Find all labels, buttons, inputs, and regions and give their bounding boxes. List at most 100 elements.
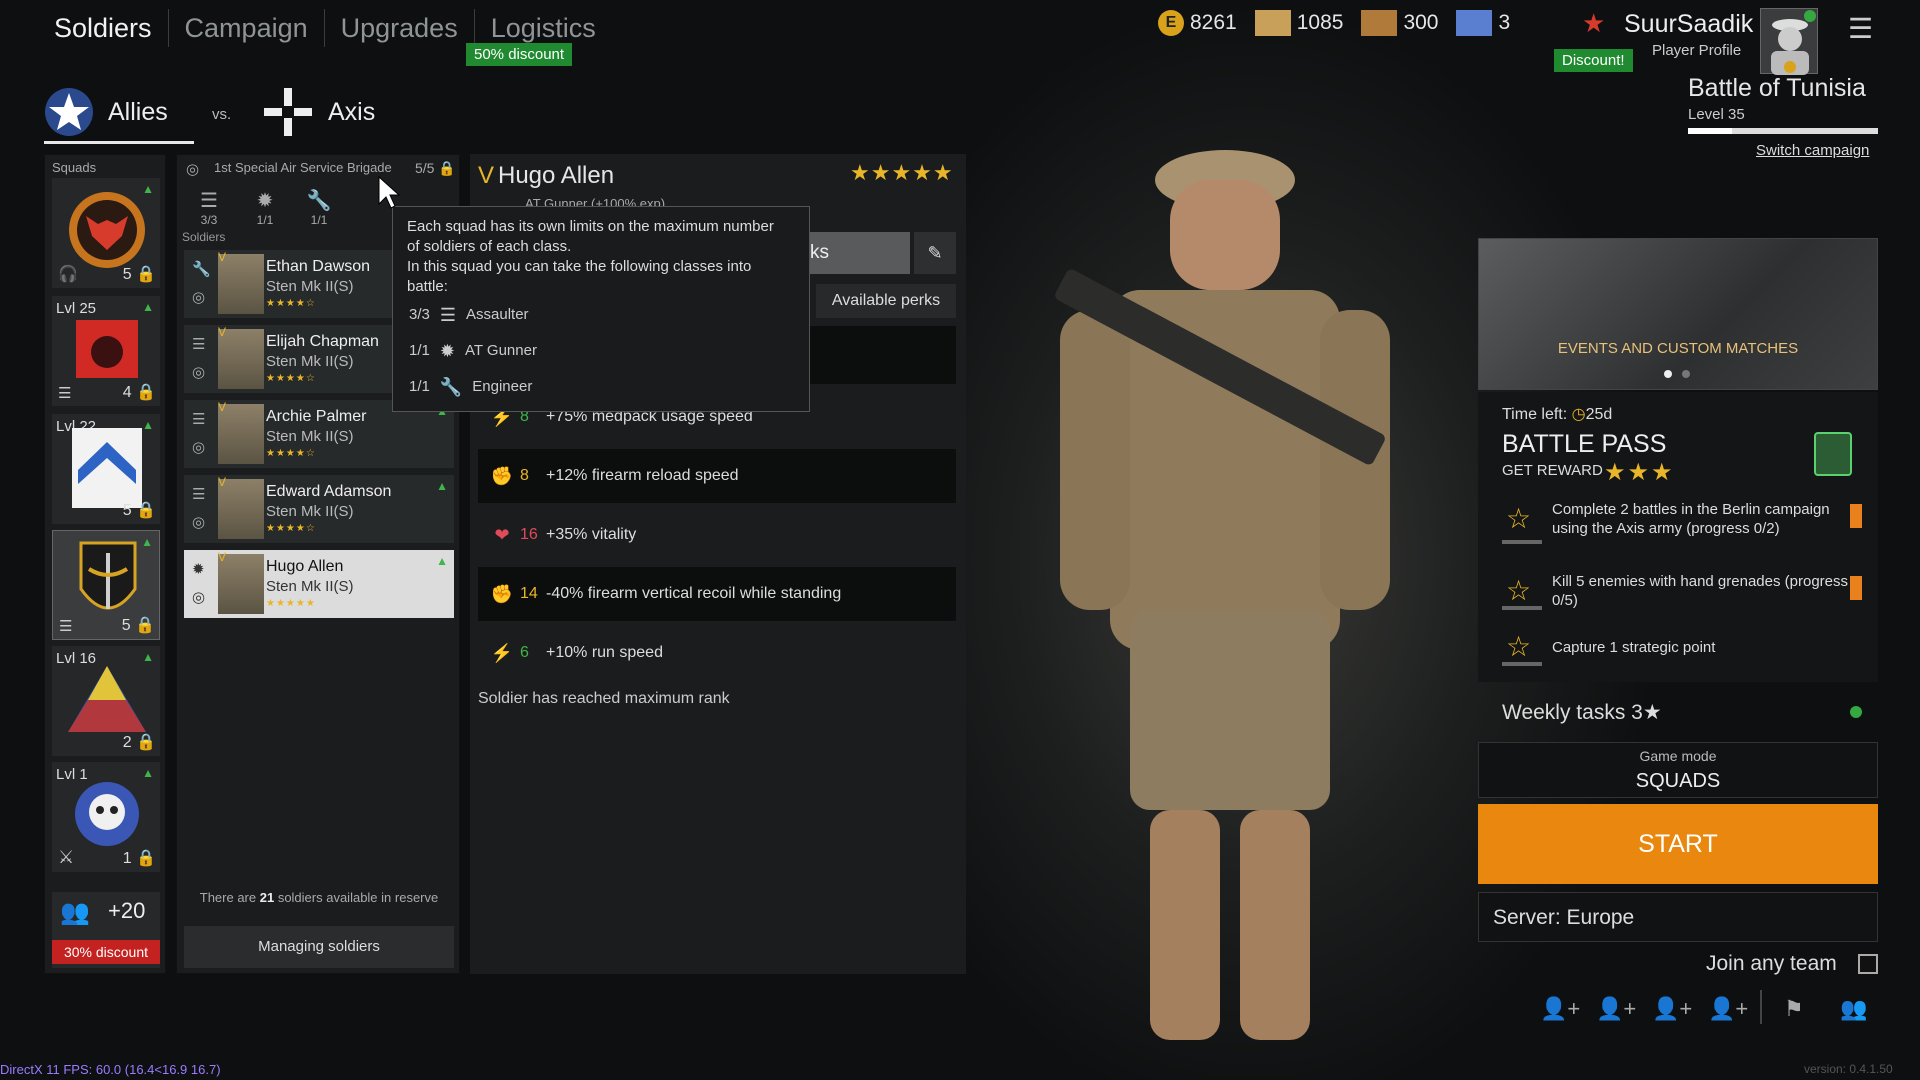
profile-discount-badge: Discount! [1554,49,1633,72]
carousel-dot[interactable] [1682,370,1690,378]
tab-upgrades[interactable]: Upgrades [325,9,475,47]
class-name: Assaulter [466,306,529,323]
perk-row[interactable]: ⚡ 6 +10% run speed [478,626,956,680]
perk-row[interactable]: ✊ 14 -40% firearm vertical recoil while st… [478,567,956,621]
soldier-weapon: Sten Mk II(S) [266,428,354,445]
group-icon[interactable]: 👥 [1840,996,1867,1022]
squad-card-armored[interactable]: Lvl 16 ▲ 2 🔒 [52,646,160,756]
bookmark-icon[interactable] [1850,576,1862,600]
task-star-icon: ☆ [1506,575,1532,606]
soldier-name: Hugo Allen [266,558,344,575]
task-star-icon: ☆ [1506,503,1532,534]
pencil-icon: ✎ [927,243,943,263]
squad-card-sas[interactable]: ▲ ☰ 5 🔒 [52,530,160,640]
at-gunner-limit[interactable]: ✹ 1/1 [246,188,284,227]
tab-soldiers[interactable]: Soldiers [40,9,169,47]
blue-orders-resource[interactable]: 3 [1456,10,1510,36]
engineer-limit[interactable]: 🔧 1/1 [300,188,338,227]
orders-icon [1456,10,1493,36]
squad-card-tanks[interactable]: Lvl 25 ▲ ☰ 4 🔒 [52,296,160,406]
axis-label: Axis [328,97,376,126]
assaulter-limit[interactable]: ☰ 3/3 [190,188,228,227]
events-banner[interactable] [1478,238,1878,390]
squad-card-skull[interactable]: Lvl 1 ▲ ⚔ 1 🔒 [52,762,160,872]
silver-orders-resource[interactable]: 1085 [1254,10,1344,36]
invite-friend-icon[interactable]: 👤+ [1708,996,1748,1022]
perk-points: 6 [520,644,529,661]
assaulter-class-icon: ☰ [439,305,456,325]
orders-icon [1361,10,1398,36]
squad-card-airborne[interactable]: Lvl 22 ▲ 5 🔒 [52,414,160,524]
soldier-weapon: Sten Mk II(S) [266,503,354,520]
squad-count: 2 🔒 [122,734,156,751]
soldier-row-selected[interactable]: ✹ ◎ V Hugo Allen Sten Mk II(S) ★★★★★ ▲ [184,550,454,618]
class-name: AT Gunner [464,342,537,359]
bookmark-icon[interactable] [1850,504,1862,528]
battle-pass-reward-icon[interactable] [1814,432,1852,476]
clock-icon: ◷ [1571,406,1586,423]
soldier-slots-plus: +20 [108,898,146,923]
assaulter-class-icon: ☰ [200,190,218,212]
tab-logistics[interactable]: Logistics [475,9,612,47]
perk-row[interactable]: ❤ 16 +35% vitality [478,508,956,562]
notification-dot [1804,10,1816,22]
class-limit: 1/1 [409,342,430,359]
weekly-tasks[interactable]: Weekly tasks 3★ [1502,700,1662,725]
gold-resource[interactable]: E 8261 [1158,10,1237,36]
task-progress-bar [1502,540,1542,544]
tooltip-class-row: 1/1 🔧 Engineer [409,377,532,397]
assaulter-limit-value: 3/3 [200,213,218,227]
invite-friend-icon[interactable]: 👤+ [1540,996,1580,1022]
start-button[interactable]: START [1478,804,1878,884]
tooltip-text: of soldiers of each class. [407,238,572,255]
campaign-title: Battle of Tunisia [1688,74,1866,102]
task-star-icon: ☆ [1506,631,1532,662]
perk-points: 16 [520,526,538,543]
task-item[interactable]: ☆ Kill 5 enemies with hand grenades (pro… [1500,572,1870,612]
tooltip-text: Each squad has its own limits on the max… [407,218,774,235]
player-name[interactable]: SuurSaadik [1624,10,1753,39]
task-item[interactable]: ☆ Capture 1 strategic point [1500,628,1870,668]
allies-button[interactable]: Allies [44,82,168,142]
soldier-name-title: Hugo Allen [498,162,615,189]
tab-campaign[interactable]: Campaign [169,9,325,47]
orders-icon [1254,10,1291,36]
perk-row[interactable]: ✊ 8 +12% firearm reload speed [478,449,956,503]
player-profile-link[interactable]: Player Profile [1652,42,1741,59]
mouse-cursor-icon [378,176,400,209]
tooltip-class-row: 1/1 ✹ AT Gunner [409,341,537,361]
max-rank-note: Soldier has reached maximum rank [478,690,730,707]
soldier-name: Archie Palmer [266,408,367,425]
menu-icon[interactable]: ☰ [1848,12,1873,45]
edit-pencil-button[interactable]: ✎ [914,232,956,274]
chevron-emblem-icon [72,428,142,508]
faction-selector: Allies [44,82,168,142]
squad-card-attack[interactable]: ▲ 🎧 5 🔒 [52,178,160,288]
soldier-row[interactable]: ☰ ◎ V Edward Adamson Sten Mk II(S) ★★★★☆… [184,475,454,543]
soldier-stars: ★★★★☆ [266,373,316,384]
available-perks-button[interactable]: Available perks [816,284,956,318]
invite-friend-icon[interactable]: 👤+ [1652,996,1692,1022]
bronze-orders-resource[interactable]: 300 [1361,10,1438,36]
task-item[interactable]: ☆ Complete 2 battles in the Berlin campa… [1500,500,1870,560]
axis-cross-icon [264,88,312,136]
battle-pass-title[interactable]: BATTLE PASS [1502,430,1666,459]
game-mode-label: Game mode [1639,748,1717,764]
invite-friend-icon[interactable]: 👤+ [1596,996,1636,1022]
perk-desc: +10% run speed [546,644,663,661]
manage-soldiers-button[interactable]: Managing soldiers [184,926,454,968]
carousel-dot-active[interactable] [1664,370,1672,378]
assaulter-class-icon: ☰ [58,385,72,402]
flag-icon[interactable]: ⚑ [1784,996,1804,1022]
switch-campaign-link[interactable]: Switch campaign [1756,142,1869,159]
perk-points: 14 [520,585,538,602]
server-selector[interactable]: Server: Europe [1478,892,1878,942]
engineer-class-icon: 🔧 [439,377,463,397]
perk-desc: +35% vitality [546,526,637,543]
orders-value: 1085 [1296,11,1344,34]
join-any-team-checkbox[interactable] [1858,954,1878,974]
divider [1760,990,1762,1024]
soldier-rank: V [218,475,227,489]
axis-button[interactable]: Axis [262,82,375,142]
class-name: Engineer [472,378,533,395]
